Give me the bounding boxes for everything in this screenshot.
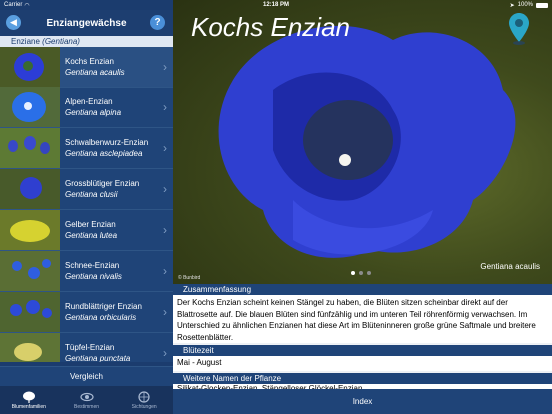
list-item[interactable]: Rundblättriger Enzian Gentiana orbicular… [0,292,173,333]
chevron-right-icon: › [163,141,167,155]
page-dot [359,271,363,275]
item-latin: Gentiana asclepiadea [65,149,143,158]
status-time: 12:18 PM [262,2,289,8]
chevron-right-icon: › [163,100,167,114]
eye-icon [79,392,94,401]
list-item[interactable]: Kochs Enzian Gentiana acaulis › [0,47,173,88]
item-name: Alpen-Enzian [65,97,113,106]
species-title: Kochs Enzian [191,12,350,42]
item-name: Rundblättriger Enzian [65,302,142,311]
summary-header: Zusammenfassung [173,284,552,295]
item-latin: Gentiana lutea [65,231,118,240]
bloom-text: Mai - August [173,356,552,371]
flower-icon [22,391,35,403]
nav-bar: ◀ Enziangewächse ? [0,10,173,36]
globe-icon [138,390,150,403]
list-item[interactable]: Schnee-Enzian Gentiana nivalis › [0,251,173,292]
list-item[interactable]: Gelber Enzian Gentiana lutea › [0,210,173,251]
section-header: Enziane (Gentiana) [0,36,173,47]
list-item[interactable]: Grossblütiger Enzian Gentiana clusii › [0,169,173,210]
page-dot [351,271,355,275]
list-item[interactable]: Schwalbenwurz-Enzian Gentiana asclepiade… [0,128,173,169]
detail-panel: Kochs Enzian © Bunbird Gentiana acaulis … [173,0,552,414]
item-latin: Gentiana punctata [65,354,131,362]
thumbnail [0,333,60,362]
thumbnail [0,128,60,168]
thumbnail [0,169,60,209]
tab-label: Bestimmen [74,403,100,410]
chevron-right-icon: › [163,60,167,74]
index-button[interactable]: Index [173,389,552,414]
summary-text: Der Kochs Enzian scheint keinen Stängel … [173,295,552,343]
tab-bestimmen[interactable]: Bestimmen [58,386,116,414]
item-latin: Gentiana alpina [65,108,122,117]
names-header: Weitere Namen der Pflanze [173,373,552,384]
help-button[interactable]: ? [150,15,165,30]
tab-label: Blumenfamilien [11,403,46,410]
tab-sichtungen[interactable]: Sichtungen [115,386,173,414]
nav-title: Enziangewächse [46,17,127,29]
item-name: Kochs Enzian [65,57,114,66]
list-item[interactable]: Tüpfel-Enzian Gentiana punctata › [0,333,173,362]
item-name: Schnee-Enzian [65,261,120,270]
chevron-right-icon: › [163,182,167,196]
section-latin: (Gentiana) [42,37,80,46]
thumbnail [0,87,60,127]
compare-button[interactable]: Vergleich [0,366,173,386]
section-name: Enziane [11,37,40,46]
thumbnail [0,210,60,250]
photo-caption: Gentiana acaulis [480,262,540,271]
page-dot [367,271,371,275]
thumbnail [0,251,60,291]
bloom-header: Blütezeit [173,345,552,356]
item-latin: Gentiana orbicularis [65,313,137,322]
chevron-right-icon: › [163,264,167,278]
item-name: Gelber Enzian [65,220,116,229]
tab-label: Sichtungen [131,403,157,410]
map-pin-icon[interactable] [508,12,530,46]
thumbnail [0,47,60,87]
hero-image[interactable]: Kochs Enzian © Bunbird Gentiana acaulis [173,0,552,284]
master-panel: ◀ Enziangewächse ? Enziane (Gentiana) Ko… [0,0,173,414]
item-latin: Gentiana nivalis [65,272,122,281]
item-name: Schwalbenwurz-Enzian [65,138,149,147]
item-name: Tüpfel-Enzian [65,343,115,352]
page-indicator[interactable] [351,271,371,275]
back-button[interactable]: ◀ [6,15,21,30]
tab-blumenfamilien[interactable]: Blumenfamilien [0,386,58,414]
chevron-right-icon: › [163,305,167,319]
item-name: Grossblütiger Enzian [65,179,140,188]
list-item[interactable]: Alpen-Enzian Gentiana alpina › [0,87,173,128]
photo-credit: © Bunbird [178,275,201,281]
item-latin: Gentiana acaulis [65,68,125,77]
item-latin: Gentiana clusii [65,190,118,199]
thumbnail [0,292,60,332]
status-bar: Carrier ◠ 12:18 PM ➤ 100% [0,0,552,10]
tab-bar: Blumenfamilien Bestimmen Sichtungen [0,386,173,414]
chevron-right-icon: › [163,346,167,360]
species-list[interactable]: Kochs Enzian Gentiana acaulis › Alpen-En… [0,47,173,362]
back-arrow-icon: ◀ [10,17,17,27]
chevron-right-icon: › [163,223,167,237]
